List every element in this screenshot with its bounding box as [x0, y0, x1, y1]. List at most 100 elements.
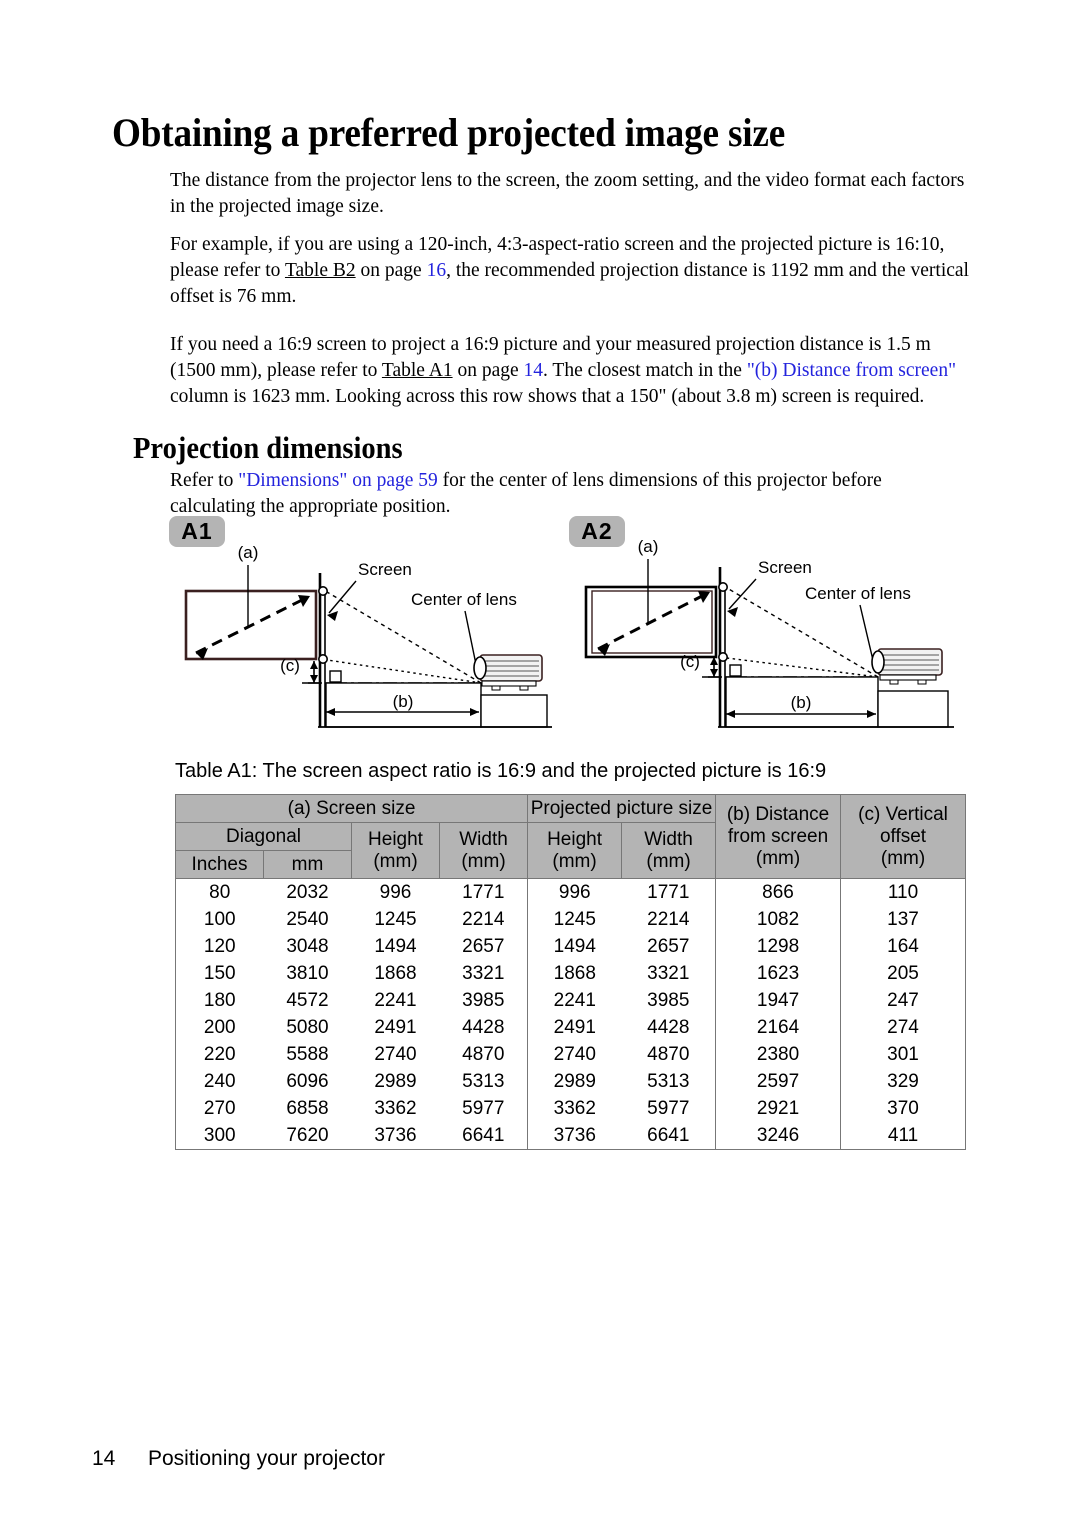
table-cell: 2657: [439, 933, 529, 960]
header-diagonal-inches: Inches: [175, 850, 264, 879]
table-cell: 4572: [263, 987, 352, 1014]
table-cell: 274: [840, 1014, 967, 1041]
table-cell: 6858: [263, 1095, 352, 1122]
table-cell: 2491: [351, 1014, 440, 1041]
page-title: Obtaining a preferred projected image si…: [112, 109, 786, 155]
table-cell: 1082: [715, 906, 842, 933]
header-picture-height-unit: (mm): [552, 850, 597, 872]
table-row: 200 5080 2491 4428 2491 4428 2164 274: [175, 1014, 967, 1041]
link-page-16[interactable]: 16: [427, 260, 447, 281]
projection-diagrams: A1 (a) Screen Center of lens (c) (b) A2 …: [168, 515, 968, 740]
table-cell: 4870: [621, 1041, 717, 1068]
header-vertical-line2: offset: [879, 825, 927, 847]
table-cell: 1298: [715, 933, 842, 960]
projector-icon: [473, 654, 543, 691]
table-row: 150 3810 1868 3321 1868 3321 1623 205: [175, 960, 967, 987]
diagram-a1-label-b: (b): [393, 692, 414, 711]
table-body: 80 2032 996 1771 996 1771 866 110 100 2540 1245 221…: [175, 878, 967, 1150]
table-cell: 1245: [527, 906, 622, 933]
header-screen-width-label: Width: [459, 828, 508, 850]
table-cell: 2921: [715, 1095, 842, 1122]
table-cell: 2540: [263, 906, 352, 933]
table-cell: 200: [175, 1014, 264, 1041]
header-vertical-offset: (c) Vertical offset (mm): [840, 794, 967, 879]
table-cell: 150: [175, 960, 264, 987]
paragraph-example: For example, if you are using a 120-inch…: [170, 232, 970, 310]
table-cell: 247: [840, 987, 967, 1014]
header-projected-picture-size: Projected picture size: [527, 794, 717, 823]
page-footer: 14 Positioning your projector: [92, 1447, 385, 1471]
link-page-14[interactable]: 14: [524, 360, 544, 381]
table-cell: 5977: [439, 1095, 529, 1122]
header-picture-width-label: Width: [644, 828, 693, 850]
table-cell: 5313: [621, 1068, 717, 1095]
table-cell: 2214: [439, 906, 529, 933]
table-cell: 2164: [715, 1014, 842, 1041]
table-cell: 205: [840, 960, 967, 987]
table-cell: 2241: [351, 987, 440, 1014]
table-cell: 137: [840, 906, 967, 933]
projection-dimensions-table: (a) Screen size Projected picture size (…: [174, 794, 967, 1150]
diagram-a2-illustration: (a) Screen Center of lens (c) (b): [584, 537, 954, 728]
header-screen-size: (a) Screen size: [174, 794, 529, 823]
header-picture-width: Width (mm): [621, 822, 717, 879]
table-cell: 7620: [263, 1122, 352, 1150]
header-distance-from-screen: (b) Distance from screen (mm): [715, 794, 842, 879]
diagram-a1: A1 (a) Screen Center of lens (c) (b): [168, 515, 563, 740]
diagram-a2-label-screen: Screen: [758, 558, 812, 577]
table-cell: 2989: [351, 1068, 440, 1095]
paragraph-intro: The distance from the projector lens to …: [170, 168, 970, 220]
table-head: (a) Screen size Projected picture size (…: [174, 794, 967, 879]
table-cell: 3321: [621, 960, 717, 987]
table-row: 180 4572 2241 3985 2241 3985 1947 247: [175, 987, 967, 1014]
table-cell: 1245: [351, 906, 440, 933]
paragraph-169: If you need a 16:9 screen to project a 1…: [170, 332, 970, 410]
diagram-a1-label-a: (a): [238, 543, 259, 562]
table-cell: 6096: [263, 1068, 352, 1095]
table-cell: 3736: [351, 1122, 440, 1150]
table-cell: 370: [840, 1095, 967, 1122]
link-table-b2[interactable]: Table B2: [285, 260, 356, 281]
link-distance-column[interactable]: "(b) Distance from screen": [747, 360, 956, 381]
diagram-a2-label-lens: Center of lens: [805, 584, 911, 603]
table-cell: 6641: [621, 1122, 717, 1150]
table-cell: 411: [840, 1122, 967, 1150]
paragraph-example-part2: on page: [355, 259, 427, 281]
diagram-a1-label-c: (c): [280, 656, 300, 675]
link-table-a1[interactable]: Table A1: [382, 360, 453, 381]
diagram-a1-label-lens: Center of lens: [411, 590, 517, 609]
table-row: 120 3048 1494 2657 1494 2657 1298 164: [175, 933, 967, 960]
table-cell: 3362: [351, 1095, 440, 1122]
header-distance-line1: (b) Distance: [726, 803, 830, 825]
table-cell: 2241: [527, 987, 622, 1014]
document-page: Obtaining a preferred projected image si…: [0, 0, 1080, 1529]
table-cell: 1868: [527, 960, 622, 987]
diagram-a2-label-c: (c): [680, 652, 700, 671]
table-cell: 3985: [621, 987, 717, 1014]
header-distance-line2: from screen: [727, 825, 829, 847]
table-cell: 1947: [715, 987, 842, 1014]
table-cell: 5080: [263, 1014, 352, 1041]
section-title-projection-dimensions: Projection dimensions: [133, 429, 403, 465]
table-cell: 996: [527, 878, 622, 906]
link-dimensions-page-59[interactable]: "Dimensions" on page 59: [238, 470, 438, 491]
footer-section-label: Positioning your projector: [148, 1447, 385, 1470]
header-distance-line3: (mm): [755, 847, 801, 869]
diagram-a1-label-screen: Screen: [358, 560, 412, 579]
table-cell: 1623: [715, 960, 842, 987]
table-cell: 2989: [527, 1068, 622, 1095]
table-cell: 300: [175, 1122, 264, 1150]
table-cell: 100: [175, 906, 264, 933]
table-cell: 1771: [621, 878, 717, 906]
table-cell: 2032: [263, 878, 352, 906]
table-cell: 240: [175, 1068, 264, 1095]
diagram-a1-illustration: (a) Screen Center of lens (c) (b): [184, 543, 552, 728]
paragraph-refer-part1: Refer to: [170, 469, 239, 491]
table-cell: 1771: [439, 878, 529, 906]
table-cell: 4428: [621, 1014, 717, 1041]
table-cell: 164: [840, 933, 967, 960]
table-row: 270 6858 3362 5977 3362 5977 2921 370: [175, 1095, 967, 1122]
table-cell: 4428: [439, 1014, 529, 1041]
table-cell: 6641: [439, 1122, 529, 1150]
table-cell: 2214: [621, 906, 717, 933]
